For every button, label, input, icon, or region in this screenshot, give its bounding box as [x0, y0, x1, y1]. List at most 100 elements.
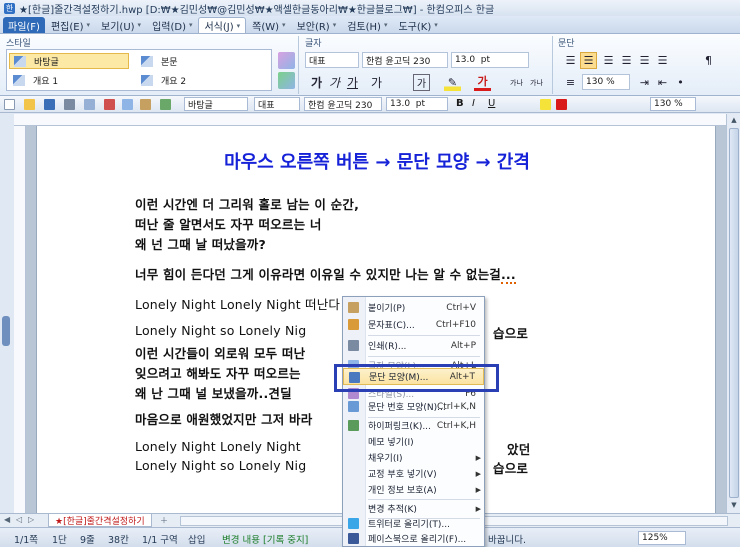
ctx-fill[interactable]: 채우기(I) ▶ [343, 449, 484, 466]
toolbar-underline-icon[interactable]: U [488, 98, 499, 109]
align-justify-icon[interactable]: ☰ [562, 52, 579, 69]
toolbar-size-input[interactable]: 13.0 pt [386, 97, 448, 111]
scroll-thumb[interactable] [729, 128, 739, 498]
zoom-select[interactable]: 125% [638, 531, 686, 545]
hwp-app-icon: 한 [4, 2, 15, 14]
toolbar-spacing-unit: % [674, 99, 683, 109]
ctx-hyperlink[interactable]: 하이퍼링크(K)... Ctrl+K,H [343, 417, 484, 434]
bold-button[interactable]: 가 [308, 74, 325, 91]
menu-insert[interactable]: 입력(D) ▾ [147, 17, 197, 33]
doc-line-tail: 습으로 [493, 461, 529, 476]
align-distribute-icon[interactable]: ☰ [636, 52, 653, 69]
undo-icon[interactable] [160, 99, 171, 110]
toolbar-style-select[interactable]: 바탕글 [184, 97, 248, 111]
vertical-scrollbar[interactable]: ▲ ▼ [726, 114, 740, 513]
style-edit-icon[interactable] [278, 52, 295, 69]
status-insert-mode[interactable]: 삽입 [188, 532, 205, 546]
ctx-print[interactable]: 인쇄(R)... Alt+P [343, 337, 484, 354]
menu-page[interactable]: 쪽(W) ▾ [247, 17, 290, 33]
context-menu: 붙이기(P) Ctrl+V 문자표(C)... Ctrl+F10 인쇄(R)... A… [342, 296, 485, 547]
menu-edit[interactable]: 편집(E) ▾ [46, 17, 95, 33]
underline-button[interactable]: 가 [344, 74, 361, 91]
paste-icon[interactable] [140, 99, 151, 110]
size-input[interactable]: 13.0 pt [451, 52, 529, 68]
print-icon[interactable] [64, 99, 75, 110]
tab-document[interactable]: ★[한글]줄간격설정하기 [48, 514, 152, 527]
menu-review[interactable]: 검토(H) ▾ [342, 17, 392, 33]
menu-file[interactable]: 파일(F) [3, 17, 45, 33]
font-value: 한컴 윤고딕 230 [366, 56, 431, 67]
toolbar-bold-icon[interactable]: B [456, 98, 467, 109]
ctx-privacy[interactable]: 개인 정보 보호(A) ▶ [343, 481, 484, 498]
toolbar-spacing-input[interactable]: 130 % [650, 97, 696, 111]
lang-select[interactable]: 대표 [305, 52, 359, 68]
menu-security[interactable]: 보안(R) ▾ [292, 17, 342, 33]
style-outline1-label: 개요 1 [33, 76, 59, 87]
ctx-proof-mark[interactable]: 교정 부호 넣기(V) ▶ [343, 465, 484, 482]
submenu-arrow-icon: ▶ [475, 453, 481, 462]
bullet-list-icon[interactable]: • [672, 74, 689, 91]
ctx-fill-label: 채우기(I) [368, 454, 403, 464]
submenu-arrow-icon: ▶ [475, 469, 481, 478]
doc-line: 이런 시간들이 외로워 모두 떠난 [135, 346, 306, 361]
ctx-facebook[interactable]: 페이스북으로 올리기(F)... [343, 530, 484, 547]
align-divide-icon[interactable]: ☰ [654, 52, 671, 69]
style-outline2[interactable]: 개요 2 [137, 72, 257, 88]
subscript-button[interactable]: 가나 [528, 74, 545, 91]
panel-toggle-handle[interactable] [2, 316, 10, 346]
open-folder-icon[interactable] [24, 99, 35, 110]
tab-prev-icon[interactable]: ◁ [16, 515, 22, 524]
scroll-up-icon[interactable]: ▲ [729, 115, 739, 126]
vertical-ruler[interactable] [14, 126, 26, 513]
align-right-icon[interactable]: ☰ [600, 52, 617, 69]
menu-view[interactable]: 보기(U) ▾ [96, 17, 146, 33]
scroll-down-icon[interactable]: ▼ [729, 500, 739, 511]
char-border-button[interactable]: 가 [413, 74, 430, 91]
para-group-label: 문단 [558, 39, 575, 49]
line-spacing-input[interactable]: 130 % [582, 74, 630, 90]
doc-line-ellipsis: ... [500, 267, 516, 284]
save-icon[interactable] [44, 99, 55, 110]
style-add-icon[interactable] [278, 72, 295, 89]
toolbar-font-select[interactable]: 한컴 윤고딕 230 [304, 97, 382, 111]
toolbar-lang-select[interactable]: 대표 [254, 97, 300, 111]
align-center-icon[interactable]: ☰ [618, 52, 635, 69]
indent-icon[interactable]: ⇥ [636, 74, 653, 91]
doc-line: 떠난 줄 알면서도 자꾸 떠오르는 너 [135, 217, 322, 232]
toolbar-italic-icon[interactable]: I [472, 98, 483, 109]
style-icon [14, 55, 26, 67]
copy-icon[interactable] [122, 99, 133, 110]
cut-icon[interactable] [104, 99, 115, 110]
new-doc-icon[interactable] [4, 99, 15, 110]
toolbar-highlight-icon[interactable] [540, 99, 551, 110]
menu-tools[interactable]: 도구(K) ▾ [393, 17, 442, 33]
align-left-icon[interactable]: ☰ [580, 52, 597, 69]
ctx-symbols[interactable]: 문자표(C)... Ctrl+F10 [343, 316, 484, 333]
preview-icon[interactable] [84, 99, 95, 110]
menu-format[interactable]: 서식(J) ▾ [198, 17, 247, 33]
tab-first-icon[interactable]: ◀ [4, 515, 10, 524]
tab-add-icon[interactable]: ＋ [160, 515, 168, 526]
ctx-para-number[interactable]: 문단 번호 모양(N)... Ctrl+K,N [343, 398, 484, 415]
style-body[interactable]: 본문 [137, 53, 257, 69]
horizontal-ruler[interactable] [14, 114, 726, 126]
doc-line-tail: 습으로 [493, 326, 529, 341]
italic-button[interactable]: 가 [326, 74, 343, 91]
style-base[interactable]: 바탕글 [9, 53, 129, 69]
doc-line: 왜 넌 그때 날 떠났을까? [135, 237, 266, 252]
outdent-icon[interactable]: ⇤ [654, 74, 671, 91]
status-track-changes[interactable]: 변경 내용 [기록 중지] [222, 532, 308, 546]
ctx-memo[interactable]: 메모 넣기(I) [343, 433, 484, 450]
strike-button[interactable]: 가 [368, 74, 385, 91]
ctx-privacy-label: 개인 정보 보호(A) [368, 486, 437, 496]
para-shape-icon[interactable]: ¶ [700, 52, 717, 69]
tab-document-label: ★[한글]줄간격설정하기 [55, 516, 145, 527]
tab-next-icon[interactable]: ▷ [28, 515, 34, 524]
toolbar-color-icon[interactable] [556, 99, 567, 110]
superscript-button[interactable]: 가나 [508, 74, 525, 91]
highlighter-icon[interactable]: ✎ [444, 74, 461, 91]
ctx-paste[interactable]: 붙이기(P) Ctrl+V [343, 299, 484, 316]
style-outline1[interactable]: 개요 1 [9, 72, 129, 88]
font-select[interactable]: 한컴 윤고딕 230 [362, 52, 448, 68]
text-color-button[interactable]: 가 [474, 74, 491, 91]
